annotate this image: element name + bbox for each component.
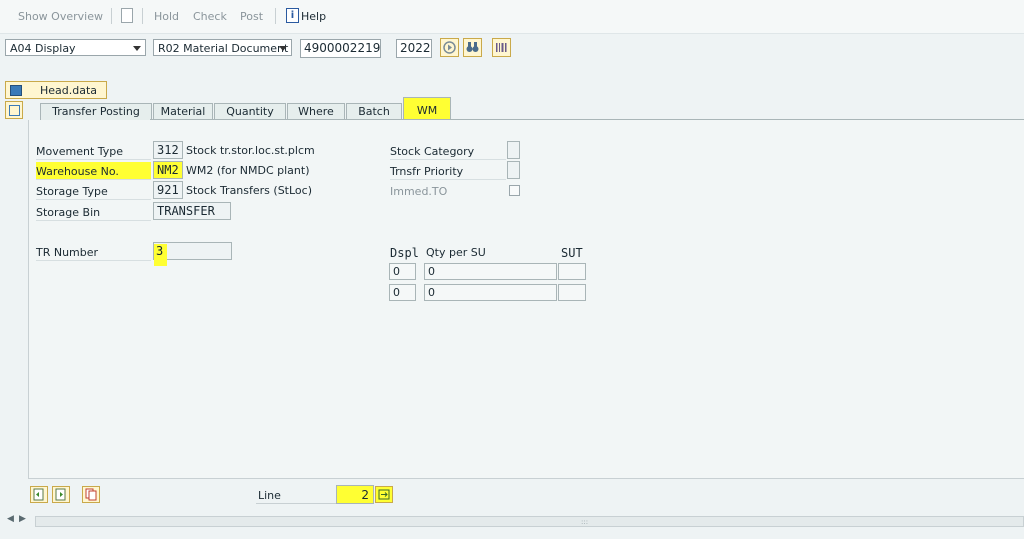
horizontal-scrollbar[interactable]: ::: bbox=[35, 516, 1024, 527]
transfer-priority-label: Trnsfr Priority bbox=[390, 162, 506, 180]
copy-icon[interactable] bbox=[82, 486, 100, 503]
toolbar-separator bbox=[142, 8, 143, 24]
barcode-icon[interactable] bbox=[492, 38, 511, 57]
tr-number-value: 3 bbox=[154, 244, 168, 266]
action-dropdown-value: A04 Display bbox=[10, 42, 76, 55]
document-number-input[interactable]: 4900002219 bbox=[300, 39, 381, 58]
sut-cell[interactable] bbox=[558, 284, 586, 301]
toolbar-separator bbox=[275, 8, 276, 24]
reference-dropdown[interactable]: R02 Material Document bbox=[153, 39, 292, 56]
go-to-line-icon[interactable] bbox=[375, 486, 393, 503]
head-data-label: Head.data bbox=[40, 84, 98, 97]
tab-wm[interactable]: WM bbox=[403, 97, 451, 120]
immediate-to-label: Immed.TO bbox=[390, 185, 448, 198]
storage-type-description: Stock Transfers (StLoc) bbox=[186, 184, 312, 197]
movement-type-description: Stock tr.stor.loc.st.plcm bbox=[186, 144, 315, 157]
storage-bin-field[interactable]: TRANSFER bbox=[153, 202, 231, 220]
line-number-input[interactable]: 2 bbox=[336, 485, 374, 504]
qty-per-su-cell[interactable]: 0 bbox=[424, 284, 557, 301]
warehouse-number-label: Warehouse No. bbox=[36, 162, 151, 180]
previous-item-icon[interactable] bbox=[30, 486, 48, 503]
scroll-right-icon[interactable]: ▶ bbox=[19, 514, 26, 524]
movement-type-field[interactable]: 312 bbox=[153, 141, 183, 159]
toolbar-separator bbox=[111, 8, 112, 24]
binoculars-icon[interactable] bbox=[463, 38, 482, 57]
immediate-to-checkbox[interactable] bbox=[509, 185, 520, 196]
check-button[interactable]: Check bbox=[193, 10, 227, 23]
folder-icon bbox=[10, 85, 22, 96]
info-icon[interactable]: i bbox=[286, 8, 299, 23]
application-toolbar: Show Overview Hold Check Post i Help bbox=[0, 0, 1024, 34]
show-overview-button[interactable]: Show Overview bbox=[18, 10, 103, 23]
tr-number-label: TR Number bbox=[36, 243, 151, 261]
qty-per-su-cell[interactable]: 0 bbox=[424, 263, 557, 280]
line-label-underline bbox=[256, 485, 336, 504]
chevron-down-icon bbox=[279, 46, 287, 51]
execute-icon[interactable] bbox=[440, 38, 459, 57]
tab-transfer-posting[interactable]: Transfer Posting bbox=[40, 103, 152, 120]
stock-category-field[interactable] bbox=[507, 141, 520, 159]
storage-type-field[interactable]: 921 bbox=[153, 181, 183, 199]
tree-icon bbox=[9, 105, 20, 116]
fiscal-year-input[interactable]: 2022 bbox=[396, 39, 432, 58]
scroll-left-icon[interactable]: ◀ bbox=[7, 514, 14, 524]
head-data-button[interactable]: Head.data bbox=[5, 81, 107, 99]
qty-per-su-header: Qty per SU bbox=[426, 246, 486, 259]
reference-dropdown-value: R02 Material Document bbox=[158, 42, 289, 55]
transfer-priority-field[interactable] bbox=[507, 161, 520, 179]
stock-category-label: Stock Category bbox=[390, 142, 506, 160]
document-icon[interactable] bbox=[121, 8, 133, 23]
sut-header: SUT bbox=[561, 246, 583, 260]
dspl-cell[interactable]: 0 bbox=[389, 263, 416, 280]
help-button[interactable]: Help bbox=[301, 10, 326, 23]
scrollbar-grip-icon: ::: bbox=[581, 518, 589, 526]
dspl-header: Dspl bbox=[390, 246, 419, 260]
hold-button[interactable]: Hold bbox=[154, 10, 179, 23]
movement-type-label: Movement Type bbox=[36, 142, 151, 160]
warehouse-description: WM2 (for NMDC plant) bbox=[186, 164, 310, 177]
warehouse-number-field[interactable]: NM2 bbox=[153, 161, 183, 179]
dspl-cell[interactable]: 0 bbox=[389, 284, 416, 301]
tab-quantity[interactable]: Quantity bbox=[214, 103, 286, 120]
sut-cell[interactable] bbox=[558, 263, 586, 280]
tr-number-field[interactable]: 3 bbox=[153, 242, 232, 266]
expand-header-icon[interactable] bbox=[5, 101, 23, 119]
post-button[interactable]: Post bbox=[240, 10, 263, 23]
storage-type-label: Storage Type bbox=[36, 182, 151, 200]
next-item-icon[interactable] bbox=[52, 486, 70, 503]
tab-material[interactable]: Material bbox=[153, 103, 213, 120]
tab-where[interactable]: Where bbox=[287, 103, 345, 120]
action-dropdown[interactable]: A04 Display bbox=[5, 39, 146, 56]
chevron-down-icon bbox=[133, 46, 141, 51]
storage-bin-label: Storage Bin bbox=[36, 203, 151, 221]
tab-batch[interactable]: Batch bbox=[346, 103, 402, 120]
